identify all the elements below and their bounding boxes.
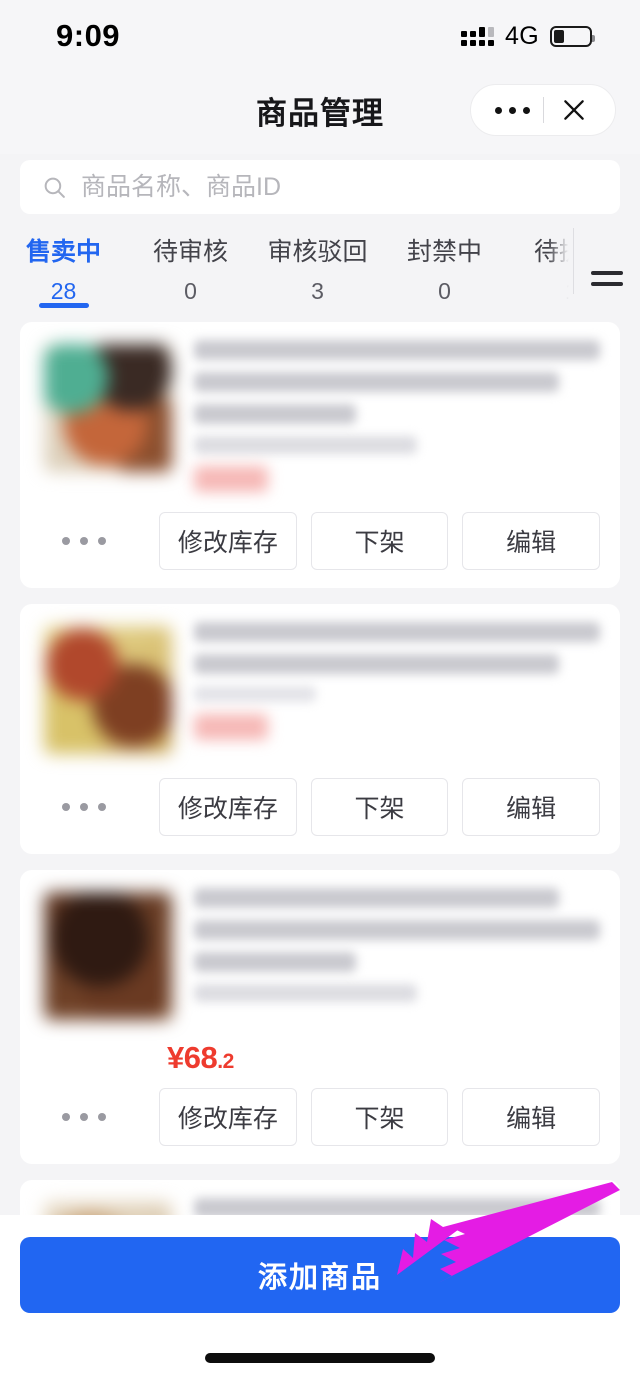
product-title-redacted: [194, 920, 600, 940]
product-summary: [20, 870, 620, 1034]
tab-banned[interactable]: 封禁中 0: [381, 224, 508, 322]
product-summary: [20, 322, 620, 502]
more-dots-icon[interactable]: [40, 1113, 145, 1121]
signal-bars-icon: [461, 26, 495, 46]
tab-active-indicator: [38, 303, 89, 308]
search-icon: [42, 175, 67, 200]
product-subtitle-redacted: [194, 952, 357, 972]
edit-button[interactable]: 编辑: [462, 512, 601, 570]
product-details: [176, 888, 600, 1024]
bottom-action-bar: 添加商品: [0, 1215, 640, 1385]
more-dots-icon[interactable]: [40, 803, 145, 811]
nav-bar: 商品管理: [0, 72, 640, 154]
tab-count: 0: [184, 278, 197, 304]
home-indicator: [205, 1353, 435, 1363]
status-time: 9:09: [56, 18, 121, 53]
product-details: [176, 1198, 600, 1215]
product-subtitle-redacted: [194, 404, 357, 424]
search-box[interactable]: [20, 160, 620, 214]
hamburger-menu-icon[interactable]: [574, 224, 640, 322]
status-bar: 9:09 4G: [0, 0, 640, 72]
search-input[interactable]: [81, 172, 598, 202]
product-details: [176, 622, 600, 758]
tab-label: 待审核: [152, 238, 228, 266]
edit-stock-button[interactable]: 修改库存: [159, 512, 297, 570]
add-product-button[interactable]: 添加商品: [20, 1237, 620, 1313]
battery-icon: [550, 25, 595, 47]
tab-on-sale[interactable]: 售卖中 28: [0, 224, 127, 322]
edit-button[interactable]: 编辑: [462, 778, 601, 836]
edit-stock-button[interactable]: 修改库存: [159, 1088, 297, 1146]
edit-button[interactable]: 编辑: [462, 1088, 601, 1146]
product-thumbnail: [44, 344, 172, 472]
tab-count: 3: [311, 278, 324, 304]
price-value: ¥68.2: [167, 1040, 234, 1075]
network-type-label: 4G: [505, 21, 539, 50]
tab-count: 0: [438, 278, 451, 304]
product-action-row: 修改库存 下架 编辑: [20, 1078, 620, 1164]
product-tag-redacted: [194, 714, 268, 740]
product-list[interactable]: 修改库存 下架 编辑 修改库存 下架 编辑 ¥68.2 修改库存 下架 编辑: [0, 322, 640, 1215]
tab-label: 售卖中: [25, 238, 101, 266]
search-section: [0, 154, 640, 224]
wechat-capsule: [470, 84, 616, 136]
product-subtitle-redacted: [194, 686, 316, 702]
product-meta-redacted: [194, 984, 418, 1002]
tab-count: 28: [50, 278, 77, 304]
unlist-button[interactable]: 下架: [310, 1088, 449, 1146]
product-meta-redacted: [194, 436, 418, 454]
product-thumbnail: [44, 626, 172, 754]
product-action-row: 修改库存 下架 编辑: [20, 502, 620, 588]
product-thumbnail: [44, 892, 172, 1020]
product-thumbnail: [44, 1202, 172, 1215]
edit-stock-button[interactable]: 修改库存: [159, 778, 297, 836]
table-row[interactable]: 修改库存 下架 编辑: [20, 322, 620, 588]
product-price-row: ¥68.2: [20, 1034, 620, 1078]
product-title-redacted: [194, 622, 600, 642]
more-dots-icon[interactable]: [40, 537, 145, 545]
close-x-icon[interactable]: [544, 97, 604, 123]
product-action-row: 修改库存 下架 编辑: [20, 768, 620, 854]
product-title-redacted: [194, 1198, 600, 1215]
tab-pending-submit[interactable]: 待提交 1: [508, 224, 574, 322]
table-row[interactable]: ¥68.2 修改库存 下架 编辑: [20, 870, 620, 1164]
unlist-button[interactable]: 下架: [310, 778, 449, 836]
tabs-divider: [573, 228, 574, 294]
product-details: [176, 340, 600, 492]
tab-pending-review[interactable]: 待审核 0: [127, 224, 254, 322]
product-summary: [20, 1180, 620, 1215]
tab-review-rejected[interactable]: 审核驳回 3: [254, 224, 381, 322]
tab-label: 审核驳回: [267, 238, 368, 266]
product-title-redacted: [194, 340, 600, 360]
tab-label: 待提交: [533, 238, 574, 266]
status-tab-bar: 售卖中 28 待审核 0 审核驳回 3 封禁中 0 待提交 1: [0, 224, 640, 322]
product-title-redacted: [194, 372, 560, 392]
tab-label: 封禁中: [406, 238, 482, 266]
product-management-screen: 9:09 4G 商品管理 商品名称、商品ID 售卖中 28 待审核 0 审核驳回…: [0, 0, 640, 1385]
tabs-scroll-area[interactable]: 售卖中 28 待审核 0 审核驳回 3 封禁中 0 待提交 1: [0, 224, 574, 322]
table-row[interactable]: [20, 1180, 620, 1215]
product-summary: [20, 604, 620, 768]
table-row[interactable]: 修改库存 下架 编辑: [20, 604, 620, 854]
unlist-button[interactable]: 下架: [310, 512, 449, 570]
product-title-redacted: [194, 654, 560, 674]
more-dots-icon[interactable]: [483, 106, 543, 114]
product-tag-redacted: [194, 466, 268, 492]
product-title-redacted: [194, 888, 560, 908]
status-indicators: 4G: [461, 21, 595, 51]
